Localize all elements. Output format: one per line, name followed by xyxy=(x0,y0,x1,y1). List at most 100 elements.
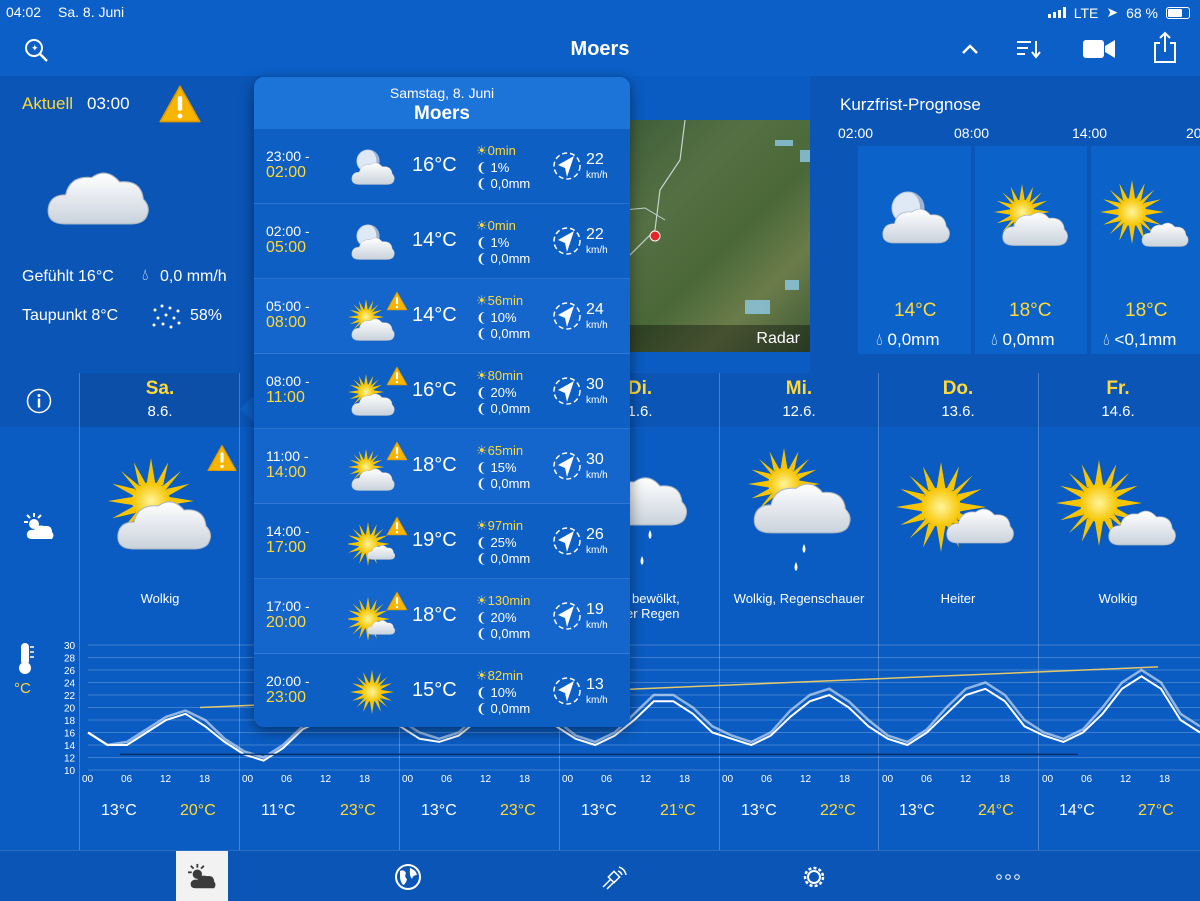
x-tick-label: 00 xyxy=(882,774,894,785)
gear-icon xyxy=(803,866,825,887)
popup-row[interactable]: 17:00 -20:00 18°C ☀130min ❨ 20% ❨ 0,0mm 19 km/… xyxy=(254,579,630,654)
raindrop-icon: ❨ xyxy=(476,685,487,700)
row-rain-prob: ❨ 1% xyxy=(476,235,509,251)
st-column-0[interactable] xyxy=(858,146,971,354)
x-tick-label: 12 xyxy=(320,774,332,785)
wind-direction-icon xyxy=(552,226,582,256)
warning-icon[interactable] xyxy=(206,444,238,472)
tab-map[interactable] xyxy=(382,851,434,901)
row-rain-prob: ❨ 25% xyxy=(476,535,517,551)
popup-row[interactable]: 05:00 -08:00 14°C ☀56min ❨ 10% ❨ 0,0mm 24 km/h xyxy=(254,279,630,354)
day-date: 14.6. xyxy=(1101,403,1135,420)
wind-direction-icon xyxy=(552,451,582,481)
day-high-temp: 21°C xyxy=(660,802,696,819)
row-rain-mm: ❨ 0,0mm xyxy=(476,551,530,567)
y-tick-label: 22 xyxy=(64,691,76,702)
row-rain-prob-value: 1% xyxy=(490,160,510,175)
x-tick-label: 06 xyxy=(121,774,133,785)
day-column-sa[interactable]: Sa. 8.6. xyxy=(80,373,240,427)
status-right: LTE ➤ 68 % xyxy=(1047,4,1190,21)
day-low-temp: 11°C xyxy=(261,802,296,819)
radar-map[interactable]: Radar xyxy=(625,120,810,352)
st-time-3: 20 xyxy=(1186,125,1200,141)
row-rain-prob: ❨ 10% xyxy=(476,685,517,701)
popup-row[interactable]: 02:00 -05:00 14°C ☀0min ❨ 1% ❨ 0,0mm 22 km/h xyxy=(254,204,630,279)
row-rain-mm: ❨ 0,0mm xyxy=(476,326,530,342)
row-rain-prob-value: 10% xyxy=(490,685,517,700)
day-high-temp: 23°C xyxy=(500,802,536,819)
raindrop-icon: ❨ xyxy=(476,535,487,550)
day-column-do[interactable]: Do. 13.6. xyxy=(878,373,1038,427)
row-wind-unit: km/h xyxy=(586,620,608,631)
st-time-2: 14:00 xyxy=(1072,125,1108,141)
satellite-icon xyxy=(602,865,627,890)
day-high-temp: 23°C xyxy=(340,802,376,819)
more-icon xyxy=(996,873,1020,880)
popup-row[interactable]: 11:00 -14:00 18°C ☀65min ❨ 15% ❨ 0,0mm 30 km/h xyxy=(254,429,630,504)
row-time-from: 14:00 - xyxy=(266,523,310,539)
row-wind-speed: 22 xyxy=(586,226,604,243)
day-description: bewölkt, xyxy=(632,591,680,606)
row-icon xyxy=(348,291,412,348)
x-tick-label: 06 xyxy=(281,774,293,785)
x-tick-label: 00 xyxy=(242,774,254,785)
day-column-mi[interactable]: Mi. 12.6. xyxy=(720,373,878,427)
row-temp: 16°C xyxy=(412,154,457,176)
popup-row[interactable]: 14:00 -17:00 19°C ☀97min ❨ 25% ❨ 0,0mm 26 km/h xyxy=(254,504,630,579)
row-icon xyxy=(348,141,412,198)
row-rain-mm-value: 0,0mm xyxy=(490,626,531,641)
x-tick-label: 00 xyxy=(82,774,94,785)
sun-icon: ☀ xyxy=(476,368,488,383)
day-description: Wolkig xyxy=(140,591,180,606)
row-sun: ☀130min xyxy=(476,593,530,609)
raindrop-icon: ❨ xyxy=(476,610,487,625)
raindrop-icon: ❨ xyxy=(476,326,487,341)
row-sun: ☀65min xyxy=(476,443,523,459)
st-column-1[interactable] xyxy=(975,146,1087,354)
tab-satellite[interactable] xyxy=(588,851,640,901)
day-name: Mi. xyxy=(785,378,813,399)
popup-header: Samstag, 8. Juni Moers xyxy=(254,77,630,129)
popup-row[interactable]: 20:00 -23:00 15°C ☀82min ❨ 10% ❨ 0,0mm 13 km/h xyxy=(254,654,630,727)
current-precip: 0,0 mm/h xyxy=(160,268,227,285)
hourly-popup[interactable]: Samstag, 8. Juni Moers 23:00 -02:00 16°C ☀… xyxy=(254,77,630,727)
chevron-up-icon[interactable] xyxy=(960,42,980,56)
row-rain-mm: ❨ 0,0mm xyxy=(476,401,530,417)
row-rain-prob-value: 10% xyxy=(490,310,517,325)
row-time-to: 08:00 xyxy=(266,314,307,331)
warning-icon[interactable] xyxy=(158,84,202,124)
tab-more[interactable] xyxy=(982,851,1034,901)
row-rain-prob: ❨ 20% xyxy=(476,610,517,626)
info-icon[interactable] xyxy=(26,388,52,414)
x-tick-label: 06 xyxy=(921,774,933,785)
sort-icon[interactable] xyxy=(1015,38,1041,60)
raindrop-icon: ❨ xyxy=(476,460,487,475)
row-sun: ☀97min xyxy=(476,518,523,534)
raindrop-icon: ❨ xyxy=(476,251,487,266)
raindrop-icon: ❨ xyxy=(476,626,487,641)
weather-tab-icon xyxy=(188,863,216,888)
video-camera-icon[interactable] xyxy=(1082,38,1116,60)
st-time-0: 02:00 xyxy=(838,125,874,141)
raindrop-icon: ❨ xyxy=(476,401,487,416)
x-tick-label: 18 xyxy=(1159,774,1171,785)
tab-weather[interactable] xyxy=(176,851,228,901)
row-sun: ☀56min xyxy=(476,293,523,309)
popup-row[interactable]: 23:00 -02:00 16°C ☀0min ❨ 1% ❨ 0,0mm 22 km/h xyxy=(254,129,630,204)
x-tick-label: 18 xyxy=(519,774,531,785)
popup-row[interactable]: 08:00 -11:00 16°C ☀80min ❨ 20% ❨ 0,0mm 30 km/h xyxy=(254,354,630,429)
row-sun-value: 130min xyxy=(487,593,531,608)
st-precip-0: 💧︎ 0,0mm xyxy=(876,330,940,350)
row-rain-prob: ❨ 1% xyxy=(476,160,509,176)
share-icon[interactable] xyxy=(1152,30,1178,64)
cloud-icon xyxy=(44,164,152,230)
row-sun-value: 65min xyxy=(487,443,524,458)
tab-settings[interactable] xyxy=(788,851,840,901)
day-column-fr[interactable]: Fr. 14.6. xyxy=(1038,373,1198,427)
x-tick-label: 00 xyxy=(1042,774,1054,785)
y-tick-label: 30 xyxy=(64,641,76,652)
current-weather-panel[interactable]: Aktuell 03:00 Gefühlt 16°C 💧︎ 0,0 mm/h T… xyxy=(0,76,260,373)
day-low-temp: 13°C xyxy=(101,802,137,819)
row-sun: ☀0min xyxy=(476,143,516,159)
row-icon xyxy=(348,216,412,273)
